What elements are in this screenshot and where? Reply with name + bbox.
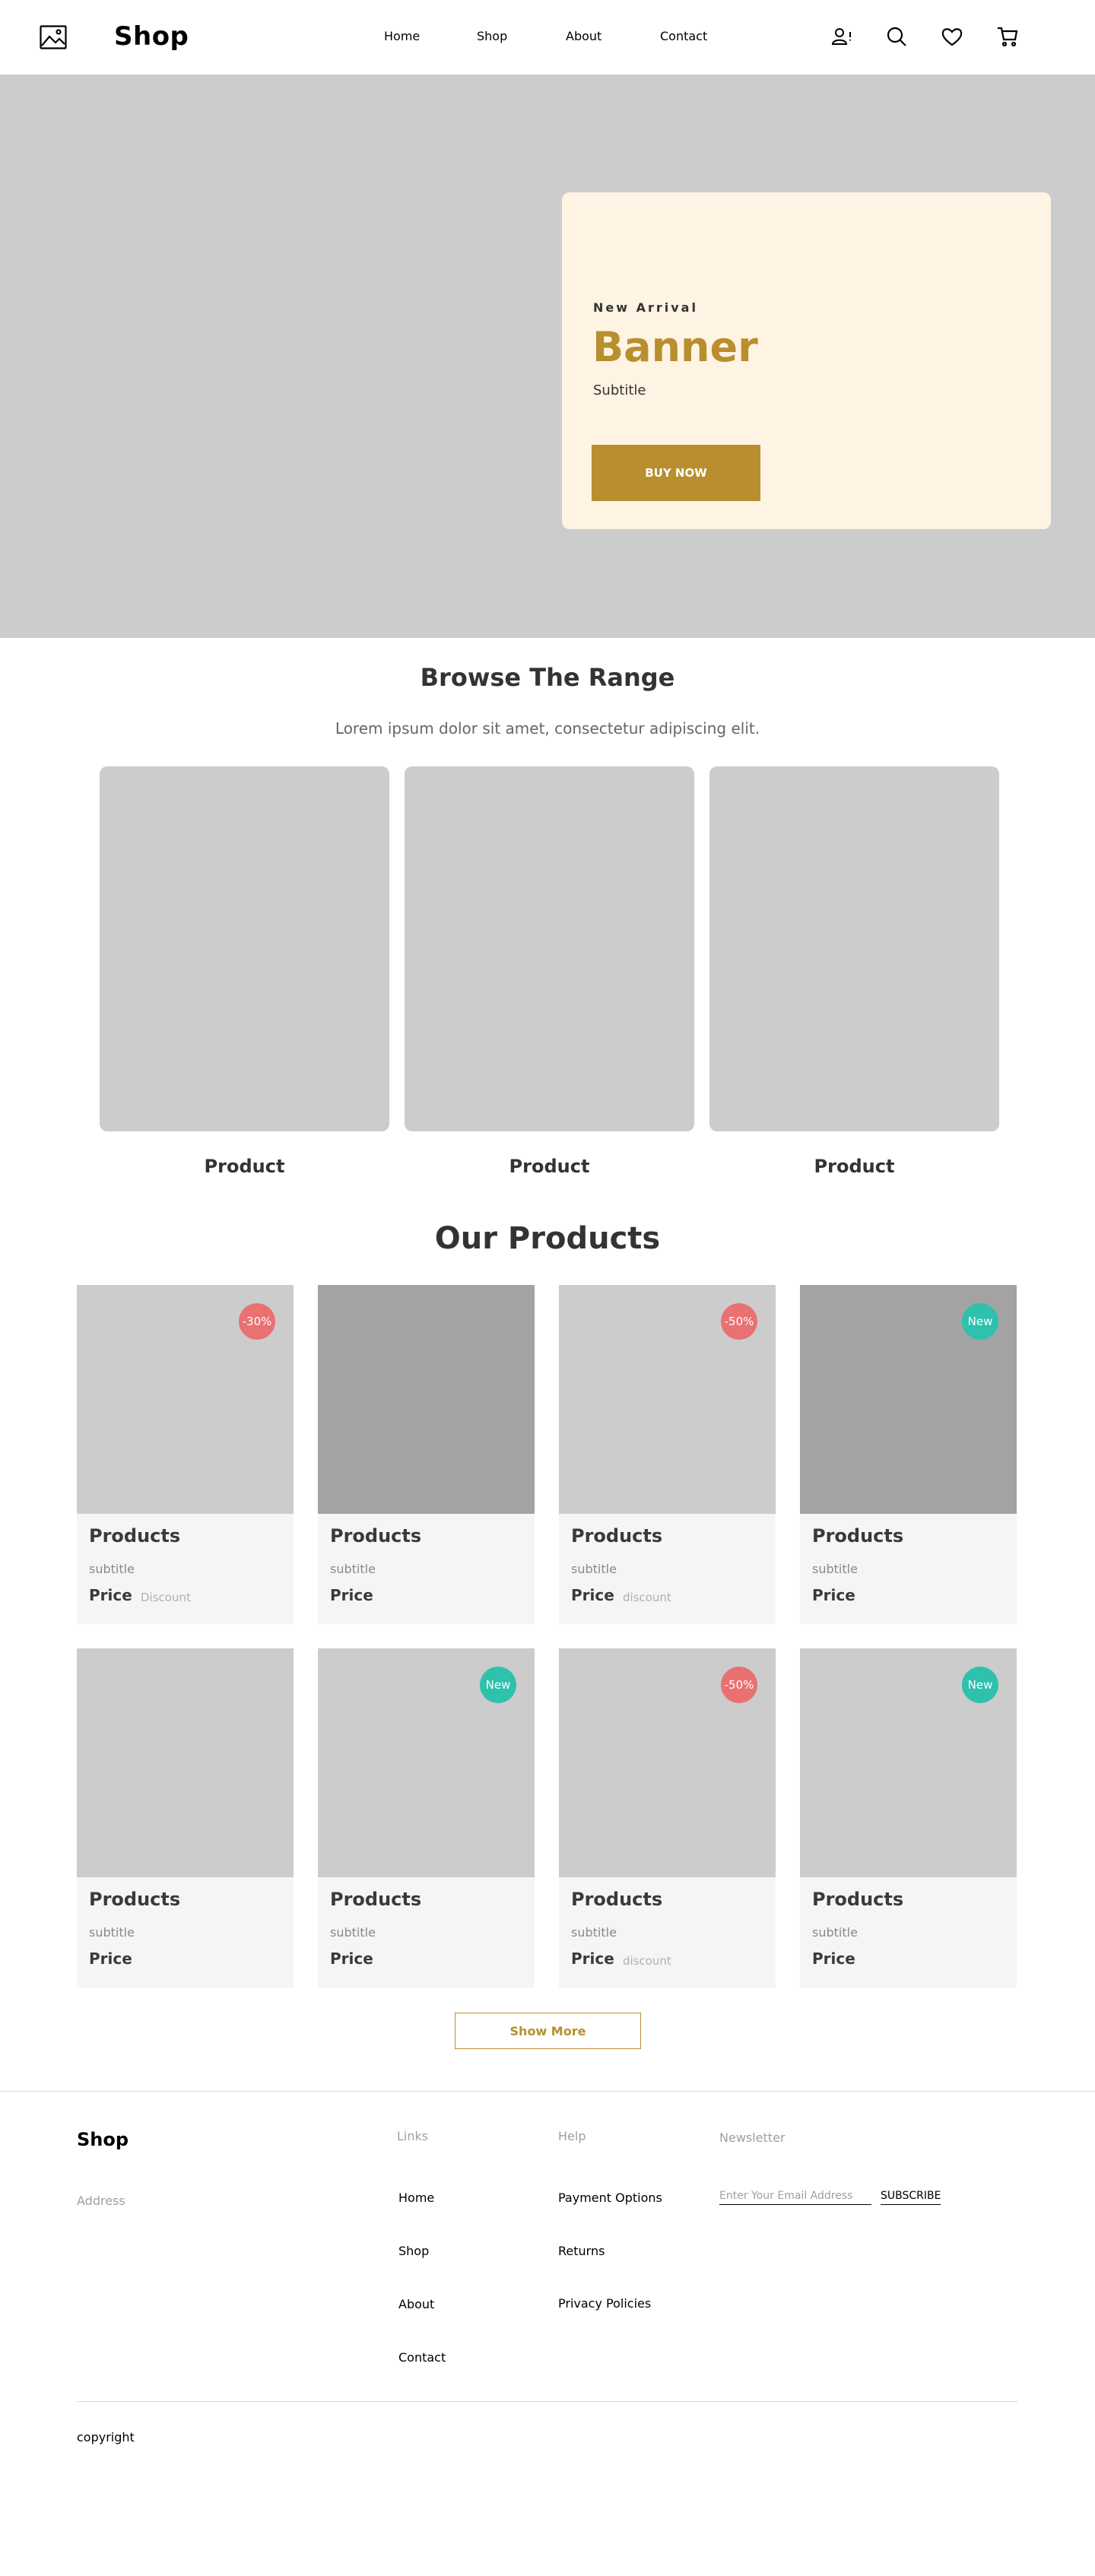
product-price: Price xyxy=(330,1949,373,1968)
product-subtitle: subtitle xyxy=(89,1925,135,1940)
product-price: Price xyxy=(812,1586,855,1604)
product-subtitle: subtitle xyxy=(571,1925,617,1940)
discount-badge: -50% xyxy=(721,1667,757,1703)
product-card[interactable]: New Products subtitle Price xyxy=(800,1648,1017,1988)
product-card[interactable]: Products subtitle Price xyxy=(318,1285,535,1624)
product-name: Products xyxy=(571,1525,663,1547)
footer-link-about[interactable]: About xyxy=(398,2297,434,2311)
browse-subtitle: Lorem ipsum dolor sit amet, consectetur … xyxy=(335,719,760,738)
product-price: Price xyxy=(812,1949,855,1968)
hero-title: Banner xyxy=(592,323,758,371)
buy-now-button[interactable]: BUY NOW xyxy=(592,445,760,501)
range-card-image[interactable] xyxy=(405,766,694,1131)
product-name: Products xyxy=(89,1889,181,1910)
footer-link-shop[interactable]: Shop xyxy=(398,2244,429,2258)
range-card-label[interactable]: Product xyxy=(100,1156,389,1177)
product-subtitle: subtitle xyxy=(812,1562,858,1576)
nav-contact[interactable]: Contact xyxy=(660,29,707,43)
browse-title: Browse The Range xyxy=(420,663,675,692)
product-card[interactable]: New Products subtitle Price xyxy=(800,1285,1017,1624)
footer-link-payment-options[interactable]: Payment Options xyxy=(558,2191,662,2205)
brand-logo[interactable]: Shop xyxy=(114,21,189,52)
footer-newsletter-heading: Newsletter xyxy=(719,2130,786,2145)
product-discount: discount xyxy=(623,1954,671,1968)
newsletter-email-input[interactable] xyxy=(719,2187,871,2205)
product-name: Products xyxy=(89,1525,181,1547)
product-price: Price xyxy=(330,1586,373,1604)
image-placeholder-icon[interactable] xyxy=(40,25,67,49)
product-name: Products xyxy=(330,1525,422,1547)
footer-link-privacy-policies[interactable]: Privacy Policies xyxy=(558,2296,651,2311)
new-badge: New xyxy=(962,1667,998,1703)
hero-subtitle: Subtitle xyxy=(593,382,646,398)
product-subtitle: subtitle xyxy=(812,1925,858,1940)
product-subtitle: subtitle xyxy=(330,1925,376,1940)
range-card-label[interactable]: Product xyxy=(709,1156,999,1177)
product-subtitle: subtitle xyxy=(89,1562,135,1576)
product-discount: Discount xyxy=(141,1591,191,1604)
product-card[interactable]: -50% Products subtitle Price discount xyxy=(559,1648,776,1988)
site-header: Shop Home Shop About Contact xyxy=(0,0,1095,75)
footer-divider xyxy=(0,2091,1095,2092)
range-card-label[interactable]: Product xyxy=(405,1156,694,1177)
hero-eyebrow: New Arrival xyxy=(593,300,698,315)
footer-link-returns[interactable]: Returns xyxy=(558,2244,605,2258)
nav-shop[interactable]: Shop xyxy=(477,29,507,43)
range-card-image[interactable] xyxy=(709,766,999,1131)
nav-about[interactable]: About xyxy=(566,29,601,43)
product-discount: discount xyxy=(623,1591,671,1604)
footer-bottom-divider xyxy=(77,2401,1018,2402)
product-price: Price xyxy=(571,1949,614,1968)
product-card[interactable]: -30% Products subtitle Price Discount xyxy=(77,1285,294,1624)
heart-icon[interactable] xyxy=(941,25,963,48)
new-badge: New xyxy=(962,1303,998,1340)
product-card[interactable]: New Products subtitle Price xyxy=(318,1648,535,1988)
product-subtitle: subtitle xyxy=(571,1562,617,1576)
cart-icon[interactable] xyxy=(996,25,1019,48)
footer-link-contact[interactable]: Contact xyxy=(398,2350,446,2365)
range-card-image[interactable] xyxy=(100,766,389,1131)
search-icon[interactable] xyxy=(885,25,908,48)
show-more-button[interactable]: Show More xyxy=(455,2013,641,2049)
product-card[interactable]: Products subtitle Price xyxy=(77,1648,294,1988)
product-name: Products xyxy=(812,1889,904,1910)
user-alert-icon[interactable] xyxy=(830,25,853,48)
product-card[interactable]: -50% Products subtitle Price discount xyxy=(559,1285,776,1624)
product-subtitle: subtitle xyxy=(330,1562,376,1576)
new-badge: New xyxy=(480,1667,516,1703)
product-name: Products xyxy=(330,1889,422,1910)
product-name: Products xyxy=(571,1889,663,1910)
footer-link-home[interactable]: Home xyxy=(398,2191,434,2205)
product-price: Price xyxy=(571,1586,614,1604)
footer-brand: Shop xyxy=(77,2129,129,2150)
footer-help-heading: Help xyxy=(558,2129,586,2143)
hero-banner: New Arrival Banner Subtitle BUY NOW xyxy=(0,75,1095,638)
product-image[interactable] xyxy=(77,1648,294,1877)
discount-badge: -30% xyxy=(239,1303,275,1340)
discount-badge: -50% xyxy=(721,1303,757,1340)
product-price: Price xyxy=(89,1586,132,1604)
product-image[interactable] xyxy=(318,1285,535,1514)
product-name: Products xyxy=(812,1525,904,1547)
footer-links-heading: Links xyxy=(397,2129,429,2143)
nav-home[interactable]: Home xyxy=(384,29,420,43)
products-title: Our Products xyxy=(434,1221,661,1256)
footer-address: Address xyxy=(77,2194,125,2208)
product-price: Price xyxy=(89,1949,132,1968)
subscribe-button[interactable]: SUBSCRIBE xyxy=(881,2187,941,2205)
copyright-text: copyright xyxy=(77,2430,135,2444)
hero-card: New Arrival Banner Subtitle BUY NOW xyxy=(562,192,1051,529)
